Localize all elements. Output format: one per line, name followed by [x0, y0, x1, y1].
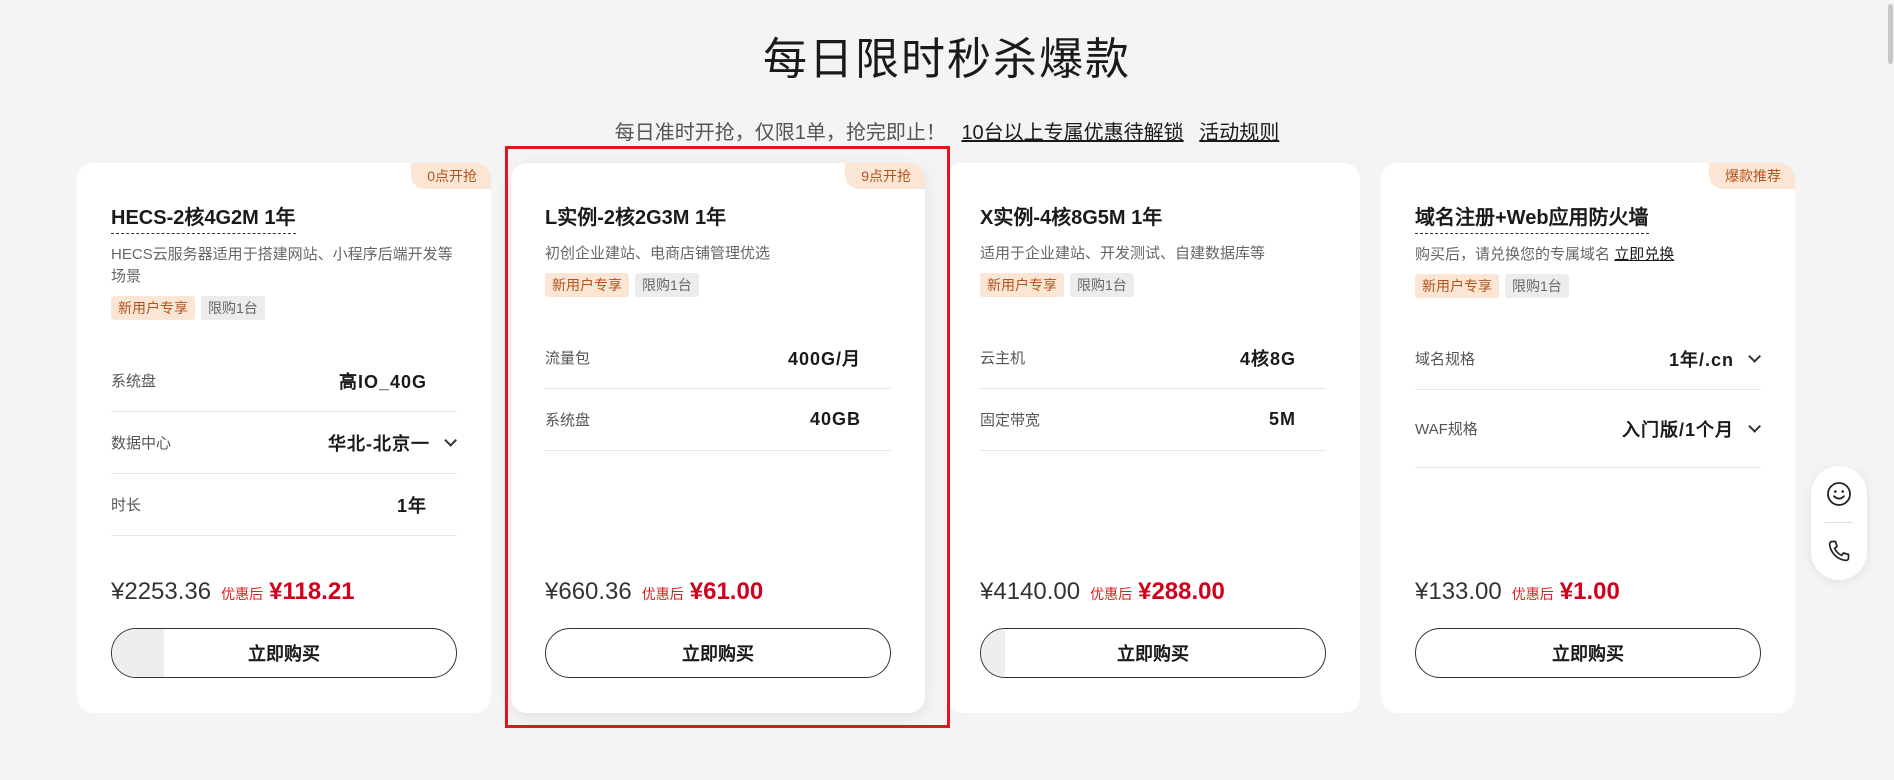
- datacenter-select[interactable]: 华北-北京一: [328, 430, 457, 456]
- original-price: ¥133.00: [1415, 578, 1502, 605]
- discount-label: 优惠后: [221, 586, 264, 602]
- buy-now-label: 立即购买: [1117, 644, 1189, 664]
- spec-row-waf[interactable]: WAF规格 入门版/1个月: [1415, 390, 1761, 468]
- spec-row-datacenter[interactable]: 数据中心 华北-北京一: [111, 412, 457, 474]
- spec-row-domain[interactable]: 域名规格 1年/.cn: [1415, 328, 1761, 390]
- spec-row-duration: 时长 1年: [111, 474, 457, 536]
- section-subtitle: 每日准时开抢，仅限1单，抢完即止！ 10台以上专属优惠待解锁 活动规则: [0, 118, 1894, 148]
- product-desc: 购买后，请兑换您的专属域名 立即兑换: [1415, 244, 1761, 266]
- chevron-down-icon: [444, 434, 457, 447]
- discount-label: 优惠后: [1090, 586, 1133, 602]
- price-row: ¥2253.36 优惠后 ¥118.21: [111, 578, 355, 606]
- product-desc-text: 购买后，请兑换您的专属域名: [1415, 246, 1611, 263]
- buy-now-button[interactable]: 立即购买: [980, 628, 1326, 678]
- bulk-discount-link[interactable]: 10台以上专属优惠待解锁: [961, 122, 1183, 144]
- start-time-badge: 0点开抢: [411, 163, 491, 189]
- spec-label: 系统盘: [111, 373, 157, 390]
- product-title[interactable]: 域名注册+Web应用防火墙: [1415, 203, 1649, 234]
- domain-spec-select[interactable]: 1年/.cn: [1669, 346, 1761, 372]
- stock-progress-fill: [981, 629, 1006, 677]
- spec-value: 1年: [396, 495, 427, 516]
- new-user-tag: 新用户专享: [980, 273, 1064, 297]
- domain-spec-value: 1年/.cn: [1668, 349, 1734, 370]
- product-title: X实例-4核8G5M 1年: [980, 207, 1163, 229]
- chevron-down-icon: [1748, 350, 1761, 363]
- product-title[interactable]: HECS-2核4G2M 1年: [111, 203, 296, 234]
- datacenter-select-value: 华北-北京一: [328, 433, 430, 454]
- product-desc: 适用于企业建站、开发测试、自建数据库等: [980, 245, 1266, 262]
- waf-spec-select[interactable]: 入门版/1个月: [1622, 416, 1761, 442]
- new-user-tag: 新用户专享: [111, 296, 195, 320]
- page-scrollbar[interactable]: [1886, 0, 1894, 780]
- purchase-limit-tag: 限购1台: [1505, 274, 1569, 298]
- original-price: ¥2253.36: [111, 578, 212, 605]
- spec-label: 云主机: [980, 350, 1026, 367]
- highlight-frame: [505, 146, 950, 728]
- section-header: 每日限时秒杀爆款 每日准时开抢，仅限1单，抢完即止！ 10台以上专属优惠待解锁 …: [0, 30, 1894, 148]
- new-user-tag: 新用户专享: [1415, 274, 1499, 298]
- redeem-now-link[interactable]: 立即兑换: [1614, 246, 1674, 263]
- original-price: ¥4140.00: [980, 578, 1081, 605]
- final-price: ¥288.00: [1138, 578, 1225, 605]
- phone-icon[interactable]: [1811, 523, 1867, 579]
- buy-now-button[interactable]: 立即购买: [111, 628, 457, 678]
- spec-row-bandwidth: 固定带宽 5M: [980, 389, 1326, 451]
- floating-contact-bar: [1811, 466, 1867, 580]
- smiley-icon[interactable]: [1811, 466, 1867, 522]
- spec-label: 时长: [111, 497, 142, 514]
- spec-value: 高IO_40G: [338, 371, 427, 392]
- product-card-domain-waf: 爆款推荐 域名注册+Web应用防火墙 购买后，请兑换您的专属域名 立即兑换 新用…: [1381, 163, 1795, 713]
- price-row: ¥133.00 优惠后 ¥1.00: [1415, 578, 1620, 606]
- spec-label: 数据中心: [111, 435, 172, 452]
- spec-row-host: 云主机 4核8G: [980, 327, 1326, 389]
- product-card-hecs: 0点开抢 HECS-2核4G2M 1年 HECS云服务器适用于搭建网站、小程序后…: [77, 163, 491, 713]
- subtitle-text: 每日准时开抢，仅限1单，抢完即止！: [614, 122, 946, 144]
- spec-label: WAF规格: [1415, 421, 1478, 438]
- buy-now-label: 立即购买: [248, 644, 320, 664]
- final-price: ¥118.21: [269, 578, 355, 605]
- stock-progress-fill: [112, 629, 164, 677]
- product-desc: HECS云服务器适用于搭建网站、小程序后端开发等场景: [111, 246, 453, 285]
- buy-now-button[interactable]: 立即购买: [1415, 628, 1761, 678]
- spec-value: 5M: [1268, 409, 1296, 429]
- chevron-down-icon: [1748, 420, 1761, 433]
- waf-spec-value: 入门版/1个月: [1621, 419, 1734, 440]
- spec-row-system-disk: 系统盘 高IO_40G: [111, 350, 457, 412]
- hot-recommend-badge: 爆款推荐: [1709, 163, 1795, 189]
- buy-now-label: 立即购买: [1552, 644, 1624, 664]
- purchase-limit-tag: 限购1台: [201, 296, 265, 320]
- spec-label: 固定带宽: [980, 412, 1041, 429]
- discount-label: 优惠后: [1511, 586, 1554, 602]
- price-row: ¥4140.00 优惠后 ¥288.00: [980, 578, 1225, 606]
- section-title: 每日限时秒杀爆款: [763, 35, 1131, 84]
- final-price: ¥1.00: [1559, 578, 1620, 605]
- activity-rules-link[interactable]: 活动规则: [1199, 122, 1279, 144]
- spec-value: 4核8G: [1239, 348, 1296, 369]
- scrollbar-thumb[interactable]: [1888, 4, 1893, 64]
- purchase-limit-tag: 限购1台: [1070, 273, 1134, 297]
- product-card-x-instance: X实例-4核8G5M 1年 适用于企业建站、开发测试、自建数据库等 新用户专享 …: [946, 163, 1360, 713]
- spec-label: 域名规格: [1415, 351, 1476, 368]
